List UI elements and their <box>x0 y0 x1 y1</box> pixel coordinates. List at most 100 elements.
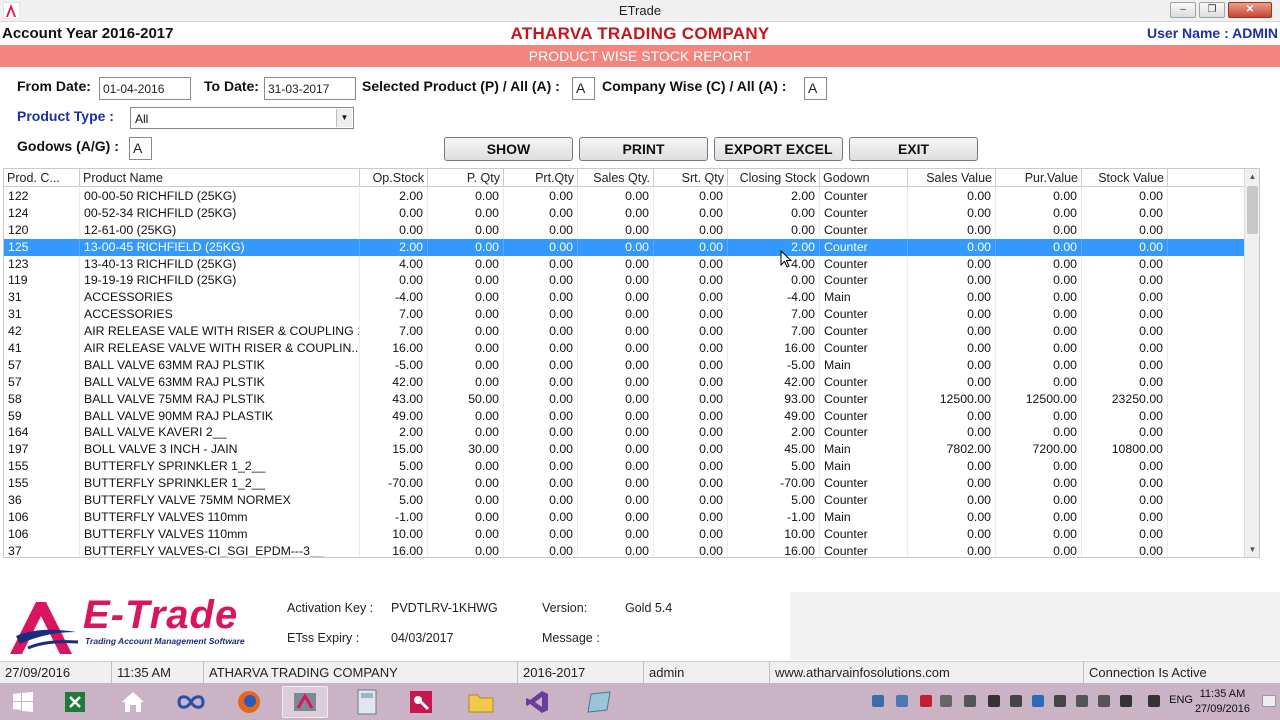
table-cell: Counter <box>820 424 908 442</box>
tray-monitor-icon[interactable] <box>1098 695 1110 707</box>
selected-product-input[interactable]: A <box>572 77 595 100</box>
notification-icon[interactable] <box>1262 695 1276 707</box>
taskbar-etrade[interactable] <box>282 686 328 718</box>
table-row[interactable]: 41 AIR RELEASE VALVE WITH RISER & COUPLIN… <box>4 340 1244 357</box>
vertical-scrollbar[interactable]: ▲ ▼ <box>1244 169 1259 557</box>
table-cell: 0.00 <box>654 356 728 374</box>
table-cell: 0.00 <box>504 424 578 442</box>
table-row[interactable]: 37 BUTTERFLY VALVES-CI_SGI_EPDM---3__ 16.0… <box>4 542 1244 557</box>
table-row[interactable]: 124 00-52-34 RICHFILD (25KG) 0.00 0.00 0.00 0… <box>4 204 1244 222</box>
table-row[interactable]: 106 BUTTERFLY VALVES 110mm 10.00 0.00 0.00 0.… <box>4 525 1244 543</box>
table-cell: 0.00 <box>428 238 504 256</box>
tray-tool-icon[interactable] <box>940 695 952 707</box>
table-row[interactable]: 42 AIR RELEASE VALE WITH RISER & COUPLING… <box>4 323 1244 341</box>
tray-app-icon[interactable] <box>896 695 908 707</box>
table-row[interactable]: 31 ACCESSORIES -4.00 0.00 0.00 0.00 0.00 -4.00 M… <box>4 289 1244 307</box>
table-row[interactable]: 122 00-00-50 RICHFILD (25KG) 2.00 0.00 0.00 0… <box>4 188 1244 205</box>
table-row[interactable]: 155 BUTTERFLY SPRINKLER 1_2__ 5.00 0.00 0.00… <box>4 458 1244 476</box>
from-date-input[interactable]: 01-04-2016 <box>99 77 191 100</box>
column-header[interactable]: Prod. C... <box>4 169 80 187</box>
taskbar-firefox[interactable] <box>226 686 272 718</box>
table-cell: 19-19-19 RICHFILD (25KG) <box>80 272 360 290</box>
taskbar-app-window[interactable] <box>576 686 622 718</box>
column-header[interactable]: Stock Value <box>1082 169 1168 187</box>
taskbar-app-infinity[interactable] <box>168 686 214 718</box>
expiry-label: ETss Expiry : <box>287 631 360 645</box>
tray-battery-icon[interactable] <box>1054 695 1066 707</box>
table-cell: Counter <box>820 221 908 239</box>
tray-network-icon[interactable] <box>872 695 884 707</box>
tray-camera-icon[interactable] <box>988 695 1000 707</box>
table-cell: 12-61-00 (25KG) <box>80 221 360 239</box>
table-row[interactable]: 58 BALL VALVE 75MM RAJ PLSTIK 43.00 50.00 0.… <box>4 390 1244 408</box>
taskbar-clock[interactable]: 11:35 AM 27/09/2016 <box>1195 687 1250 717</box>
table-cell: 0.00 <box>504 306 578 324</box>
start-button[interactable] <box>0 686 46 718</box>
scroll-thumb[interactable] <box>1247 186 1258 234</box>
tray-search-icon[interactable] <box>920 695 932 707</box>
table-row[interactable]: 57 BALL VALVE 63MM RAJ PLSTIK 42.00 0.00 0.0… <box>4 373 1244 391</box>
table-cell: Counter <box>820 188 908 205</box>
maximize-button[interactable]: ❐ <box>1199 2 1225 18</box>
column-header[interactable]: Pur.Value <box>996 169 1082 187</box>
export-excel-button[interactable]: EXPORT EXCEL <box>714 137 843 161</box>
taskbar-home[interactable] <box>110 686 156 718</box>
volume-icon[interactable] <box>1148 695 1160 707</box>
table-cell: 2.00 <box>728 238 820 256</box>
table-row[interactable]: 125 13-00-45 RICHFIELD (25KG) 2.00 0.00 0.00… <box>4 238 1244 256</box>
exit-button[interactable]: EXIT <box>849 137 978 161</box>
table-row[interactable]: 106 BUTTERFLY VALVES 110mm -1.00 0.00 0.00 0.… <box>4 508 1244 526</box>
taskbar-excel[interactable] <box>52 686 98 718</box>
minimize-button[interactable]: – <box>1170 2 1196 18</box>
table-row[interactable]: 197 BOLL VALVE 3 INCH - JAIN 15.00 30.00 0.0… <box>4 441 1244 459</box>
column-header[interactable]: Prt.Qty <box>504 169 578 187</box>
column-header[interactable]: Godown <box>820 169 908 187</box>
tray-display-icon[interactable] <box>1076 695 1088 707</box>
scroll-down-icon[interactable]: ▼ <box>1245 542 1259 557</box>
column-header[interactable]: Op.Stock <box>360 169 428 187</box>
table-cell: 0.00 <box>996 525 1082 543</box>
column-header[interactable]: Product Name <box>80 169 360 187</box>
tray-arrow-icon[interactable] <box>1120 695 1132 707</box>
column-header[interactable]: Sales Value <box>908 169 996 187</box>
table-row[interactable]: 57 BALL VALVE 63MM RAJ PLSTIK -5.00 0.00 0.0… <box>4 356 1244 374</box>
taskbar-visual-studio[interactable] <box>514 686 560 718</box>
table-cell: 0.00 <box>654 238 728 256</box>
language-indicator[interactable]: ENG <box>1169 694 1193 706</box>
company-wise-input[interactable]: A <box>804 77 827 100</box>
table-cell: 7.00 <box>728 306 820 324</box>
table-row[interactable]: 120 12-61-00 (25KG) 0.00 0.00 0.00 0.00 0.00 0.… <box>4 221 1244 239</box>
tray-notes-icon[interactable] <box>964 695 976 707</box>
table-row[interactable]: 155 BUTTERFLY SPRINKLER 1_2__ -70.00 0.00 0.… <box>4 475 1244 493</box>
table-row[interactable]: 123 13-40-13 RICHFILD (25KG) 4.00 0.00 0.00 0… <box>4 255 1244 273</box>
to-date-input[interactable]: 31-03-2017 <box>264 77 356 100</box>
stock-table[interactable]: Prod. C... Product Name Op.Stock P. Qty Prt.… <box>3 168 1260 558</box>
taskbar-app-pink[interactable] <box>398 686 444 718</box>
column-header[interactable]: Sales Qty. <box>578 169 654 187</box>
status-connection: Connection Is Active <box>1089 665 1207 680</box>
scroll-up-icon[interactable]: ▲ <box>1245 169 1259 184</box>
taskbar-explorer[interactable] <box>458 686 504 718</box>
table-row[interactable]: 59 BALL VALVE 90MM RAJ PLASTIK 49.00 0.00 0.… <box>4 407 1244 425</box>
column-header[interactable]: Closing Stock <box>728 169 820 187</box>
table-row[interactable]: 119 19-19-19 RICHFILD (25KG) 0.00 0.00 0.00 0… <box>4 272 1244 290</box>
chevron-down-icon[interactable]: ▼ <box>336 109 352 127</box>
table-cell: 13-40-13 RICHFILD (25KG) <box>80 255 360 273</box>
tray-screen-icon[interactable] <box>1010 695 1022 707</box>
print-button[interactable]: PRINT <box>579 137 708 161</box>
table-row[interactable]: 31 ACCESSORIES 7.00 0.00 0.00 0.00 0.00 7.00 Cou… <box>4 306 1244 324</box>
show-button[interactable]: SHOW <box>444 137 573 161</box>
column-header[interactable]: P. Qty <box>428 169 504 187</box>
product-type-select[interactable]: All ▼ <box>130 107 354 129</box>
taskbar-calculator[interactable] <box>344 686 390 718</box>
bluetooth-icon[interactable] <box>1032 695 1044 707</box>
column-header[interactable]: Srt. Qty <box>654 169 728 187</box>
table-row[interactable]: 164 BALL VALVE KAVERI 2__ 2.00 0.00 0.00 0.00… <box>4 424 1244 442</box>
table-cell: BALL VALVE 63MM RAJ PLSTIK <box>80 356 360 374</box>
table-row[interactable]: 36 BUTTERFLY VALVE 75MM NORMEX 5.00 0.00 0.0… <box>4 492 1244 509</box>
close-button[interactable]: ✕ <box>1228 2 1272 18</box>
table-cell: 0.00 <box>1082 424 1168 442</box>
table-cell: AIR RELEASE VALVE WITH RISER & COUPLIN..… <box>80 340 360 357</box>
godown-input[interactable]: A <box>129 137 152 160</box>
selected-product-label: Selected Product (P) / All (A) : <box>362 78 560 94</box>
